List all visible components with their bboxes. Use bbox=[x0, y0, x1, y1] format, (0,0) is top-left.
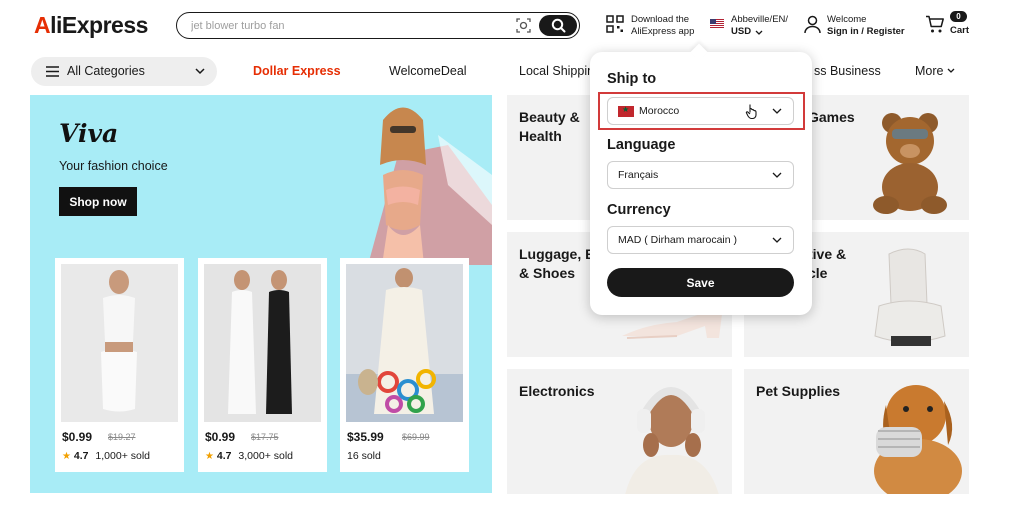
currency-value: MAD ( Dirham marocain ) bbox=[618, 234, 738, 246]
nav-more-label: More bbox=[915, 64, 944, 78]
tile-title: Games bbox=[808, 109, 855, 125]
top-header: AliExpress Download the AliExpress app bbox=[0, 0, 1024, 52]
product-image-white-dress bbox=[61, 264, 178, 422]
headphones-person-image bbox=[625, 387, 719, 494]
tile-title: Pet Supplies bbox=[756, 383, 841, 399]
logo-text: liExpress bbox=[50, 12, 148, 38]
product-rating-row: ★ 4.7 3,000+ sold bbox=[205, 450, 293, 462]
hero-script-title: Viva bbox=[59, 119, 119, 148]
us-flag-icon bbox=[710, 19, 724, 28]
chevron-down-icon bbox=[772, 237, 782, 243]
nav-more[interactable]: More bbox=[915, 64, 955, 78]
product-old-price: $69.99 bbox=[402, 432, 430, 442]
product-card[interactable]: $0.99 $19.27 ★ 4.7 1,000+ sold bbox=[55, 258, 184, 472]
nav-dollar-express[interactable]: Dollar Express bbox=[253, 64, 341, 78]
hero-model-image bbox=[368, 107, 492, 265]
qr-code-icon bbox=[606, 15, 624, 33]
ship-to-value: Morocco bbox=[639, 105, 680, 117]
product-sold-count: 1,000+ sold bbox=[95, 450, 151, 462]
download-app-link[interactable]: Download the AliExpress app bbox=[606, 14, 706, 40]
locale-location: Abbeville/EN/ bbox=[731, 14, 789, 25]
chevron-down-icon bbox=[772, 172, 782, 178]
product-rating: 4.7 bbox=[73, 450, 89, 462]
product-rating: 4.7 bbox=[216, 450, 232, 462]
all-categories-button[interactable]: All Categories bbox=[31, 57, 217, 86]
product-rating-row: ★ 4.7 1,000+ sold bbox=[62, 450, 150, 462]
currency-select[interactable]: MAD ( Dirham marocain ) bbox=[607, 226, 794, 254]
account-menu[interactable]: Welcome Sign in / Register bbox=[804, 14, 914, 40]
product-image-pattern-jumpsuit bbox=[346, 264, 463, 422]
product-rating-row: 16 sold bbox=[347, 450, 381, 462]
nav-local-shipping[interactable]: Local Shippin bbox=[519, 64, 594, 78]
hand-cursor-icon bbox=[745, 104, 757, 119]
chevron-down-icon bbox=[195, 68, 205, 75]
app-line-1: Download the bbox=[631, 14, 690, 25]
fashion-hero-banner[interactable]: Viva Your fashion choice Shop now $0.99 … bbox=[30, 95, 492, 493]
teddy-bear-image bbox=[873, 113, 947, 214]
language-value: Français bbox=[618, 169, 659, 181]
locale-currency: USD bbox=[731, 26, 752, 37]
tile-title: Electronics bbox=[519, 383, 595, 399]
dog-with-toy-image bbox=[874, 385, 962, 494]
ship-to-heading: Ship to bbox=[607, 71, 657, 87]
ship-to-popover: Ship to Morocco Language Français Curren… bbox=[590, 52, 812, 315]
chevron-down-icon bbox=[755, 30, 763, 35]
chevron-down-icon bbox=[948, 68, 955, 73]
product-old-price: $19.27 bbox=[108, 432, 136, 442]
chevron-down-icon bbox=[772, 108, 782, 114]
search-input[interactable] bbox=[191, 17, 491, 34]
download-app-text: Download the AliExpress app bbox=[631, 14, 694, 38]
currency-heading: Currency bbox=[607, 202, 671, 218]
app-line-2: AliExpress app bbox=[631, 26, 695, 37]
tile-title: Luggage, E & Shoes bbox=[519, 246, 594, 281]
nav-business[interactable]: ss Business bbox=[814, 64, 881, 78]
product-price: $35.99 bbox=[347, 430, 384, 444]
camera-search-icon[interactable] bbox=[515, 17, 532, 34]
all-categories-label: All Categories bbox=[67, 64, 145, 78]
search-button[interactable] bbox=[539, 15, 577, 36]
cart-icon bbox=[926, 15, 944, 33]
product-price: $0.99 bbox=[62, 430, 93, 444]
product-sold-count: 16 sold bbox=[347, 450, 381, 462]
category-tile-electronics[interactable]: Electronics bbox=[507, 369, 732, 494]
search-icon bbox=[551, 18, 566, 33]
cart-label: Cart bbox=[950, 25, 970, 36]
shop-now-button[interactable]: Shop now bbox=[59, 187, 137, 216]
sign-in-register-link[interactable]: Sign in / Register bbox=[827, 26, 905, 37]
product-price: $0.99 bbox=[205, 430, 236, 444]
product-image-maxi-dresses bbox=[204, 264, 321, 422]
aliexpress-logo[interactable]: AliExpress bbox=[34, 12, 148, 39]
welcome-text: Welcome bbox=[827, 14, 867, 25]
star-icon: ★ bbox=[62, 451, 71, 462]
nav-welcome-deal[interactable]: WelcomeDeal bbox=[389, 64, 467, 78]
product-old-price: $17.75 bbox=[251, 432, 279, 442]
car-seat-image bbox=[874, 248, 946, 346]
menu-icon bbox=[46, 66, 59, 77]
category-tile-pet-supplies[interactable]: Pet Supplies bbox=[744, 369, 969, 494]
morocco-flag-icon bbox=[618, 105, 634, 117]
ship-to-select[interactable]: Morocco bbox=[607, 97, 794, 125]
tile-title: Beauty & Health bbox=[519, 109, 580, 144]
save-button[interactable]: Save bbox=[607, 268, 794, 297]
cart-button[interactable]: 0 Cart bbox=[924, 10, 974, 40]
hero-subtitle: Your fashion choice bbox=[59, 159, 168, 173]
language-heading: Language bbox=[607, 137, 676, 153]
user-icon bbox=[804, 15, 821, 34]
product-sold-count: 3,000+ sold bbox=[238, 450, 294, 462]
locale-selector[interactable]: Abbeville/EN/ USD bbox=[710, 14, 800, 40]
language-select[interactable]: Français bbox=[607, 161, 794, 189]
star-icon: ★ bbox=[205, 451, 214, 462]
tile-title: tive & cle bbox=[808, 246, 847, 281]
product-card[interactable]: $0.99 $17.75 ★ 4.7 3,000+ sold bbox=[198, 258, 327, 472]
category-nav: All Categories Dollar Express WelcomeDea… bbox=[0, 54, 1024, 90]
search-bar bbox=[176, 12, 580, 39]
cart-count-badge: 0 bbox=[950, 11, 967, 22]
product-card[interactable]: $35.99 $69.99 16 sold bbox=[340, 258, 469, 472]
